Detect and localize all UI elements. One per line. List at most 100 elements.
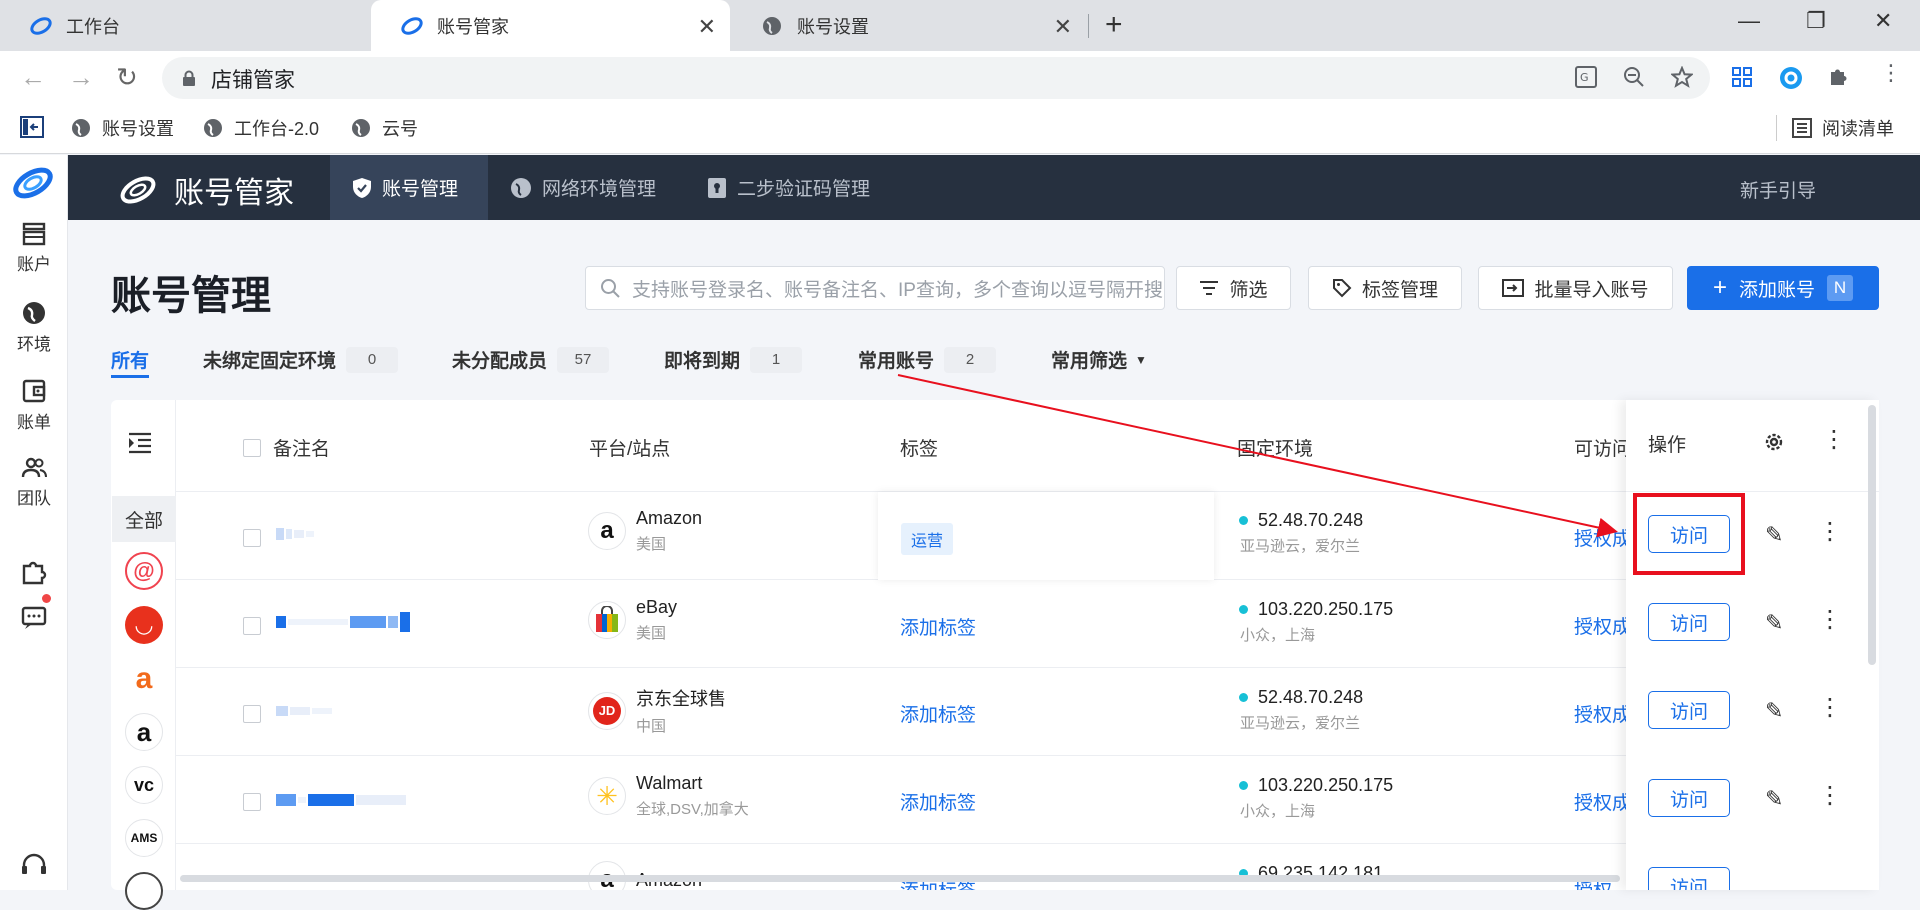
nav-tab-two-step-codes[interactable]: 二步验证码管理	[685, 155, 892, 220]
forward-arrow-icon[interactable]: →	[68, 62, 94, 92]
shield-icon	[353, 177, 371, 198]
omnibox[interactable]	[162, 57, 1710, 99]
column-remark-name[interactable]: 备注名	[273, 434, 330, 461]
filter-tab-unbound-env[interactable]: 未绑定固定环境 0	[203, 346, 399, 373]
rail-item-environment[interactable]: 环境	[0, 300, 68, 355]
row-checkbox[interactable]	[243, 617, 261, 635]
row-more-icon[interactable]: ⋮	[1818, 784, 1842, 808]
grid-extension-icon[interactable]	[1731, 66, 1753, 88]
add-tag-link[interactable]: 添加标签	[900, 700, 976, 727]
platform-filter-more-icon[interactable]	[125, 872, 163, 910]
nav-tab-network-environment[interactable]: 网络环境管理	[488, 155, 678, 220]
row-checkbox[interactable]	[243, 529, 261, 547]
plugin-icon[interactable]	[20, 558, 48, 586]
tag-management-button[interactable]: 标签管理	[1308, 266, 1462, 310]
vertical-scrollbar[interactable]	[1868, 405, 1876, 665]
edit-pencil-icon[interactable]: ✎	[1765, 522, 1783, 548]
visit-button[interactable]: 访问	[1648, 779, 1730, 817]
new-tab-plus-icon[interactable]: +	[1105, 10, 1123, 40]
select-all-checkbox[interactable]	[243, 439, 261, 457]
column-tags[interactable]: 标签	[900, 434, 938, 461]
batch-import-button[interactable]: 批量导入账号	[1478, 266, 1673, 310]
svg-text:G: G	[1580, 71, 1589, 84]
puzzle-icon[interactable]	[1827, 66, 1849, 88]
common-filters-dropdown[interactable]: 常用筛选 ▼	[1051, 346, 1147, 373]
gear-icon[interactable]	[1762, 430, 1786, 454]
visit-button-partial[interactable]: 访问	[1648, 867, 1730, 890]
bookmark-account-settings[interactable]: 账号设置	[70, 104, 174, 152]
column-accessible[interactable]: 可访问	[1574, 434, 1631, 461]
filter-tab-unassigned-members[interactable]: 未分配成员 57	[452, 346, 610, 373]
row-more-icon[interactable]: ⋮	[1818, 696, 1842, 720]
add-tag-link[interactable]: 添加标签	[900, 613, 976, 640]
status-dot	[1239, 605, 1248, 614]
filter-tab-all[interactable]: 所有	[111, 346, 149, 373]
visit-button[interactable]: 访问	[1648, 603, 1730, 641]
browser-tab-workbench[interactable]: 工作台	[0, 0, 370, 51]
row-more-icon[interactable]: ⋮	[1818, 520, 1842, 544]
rail-item-billing[interactable]: 账单	[0, 378, 68, 433]
browser-tab-account-settings[interactable]: 账号设置 ✕	[731, 0, 1086, 51]
search-extension-icon[interactable]	[1779, 66, 1803, 90]
close-icon[interactable]: ✕	[1054, 14, 1072, 40]
minimize-icon[interactable]: —	[1738, 8, 1760, 34]
window-close-icon[interactable]: ✕	[1874, 8, 1892, 34]
app-logo-icon[interactable]	[12, 164, 54, 202]
row-checkbox[interactable]	[243, 705, 261, 723]
add-tag-link[interactable]: 添加标签	[900, 788, 976, 815]
row-more-icon[interactable]: ⋮	[1818, 608, 1842, 632]
edit-pencil-icon[interactable]: ✎	[1765, 610, 1783, 636]
nav-tab-account-management[interactable]: 账号管理	[330, 155, 488, 220]
add-account-button[interactable]: + 添加账号 N	[1687, 266, 1879, 310]
bookmark-cloud[interactable]: 云号	[350, 104, 418, 152]
edit-pencil-icon[interactable]: ✎	[1765, 786, 1783, 812]
rail-item-accounts[interactable]: 账户	[0, 222, 68, 275]
indent-toggle-icon[interactable]	[128, 432, 152, 454]
platform-filter-shopee-icon[interactable]: ◡	[125, 606, 163, 644]
status-dot	[1239, 516, 1248, 525]
zoom-out-icon[interactable]	[1623, 66, 1645, 88]
platform-filter-amazon-icon[interactable]: a	[125, 713, 163, 751]
restore-icon[interactable]: ❐	[1806, 8, 1826, 34]
search-input[interactable]: 支持账号登录名、账号备注名、IP查询，多个查询以逗号隔开搜索	[585, 266, 1165, 310]
visit-button[interactable]: 访问	[1648, 867, 1730, 890]
platform-filter-vendor-central-icon[interactable]: vc	[125, 766, 163, 804]
rail-item-team[interactable]: 团队	[0, 456, 68, 509]
action-header-divider	[1626, 491, 1879, 492]
star-icon[interactable]	[1671, 66, 1693, 88]
platform-filter-ams-icon[interactable]: AMS	[125, 819, 163, 857]
filter-tab-frequent-accounts[interactable]: 常用账号 2	[858, 346, 997, 373]
close-icon[interactable]: ✕	[698, 14, 716, 40]
back-arrow-icon[interactable]: ←	[20, 62, 46, 92]
filter-tab-expiring[interactable]: 即将到期 1	[664, 346, 803, 373]
edit-pencil-icon[interactable]: ✎	[1765, 698, 1783, 724]
reading-list[interactable]: 阅读清单	[1792, 104, 1894, 152]
app-brand[interactable]: 账号管家	[118, 168, 294, 212]
app-name: 账号管家	[174, 177, 294, 210]
column-more-icon[interactable]: ⋮	[1822, 428, 1846, 452]
nav-tab-label: 二步验证码管理	[737, 179, 871, 200]
table-row[interactable]: a Amazon 添加标签 69.235.142.181 授权成	[176, 844, 1626, 890]
column-platform-site[interactable]: 平台/站点	[589, 434, 670, 461]
translate-icon[interactable]: G	[1575, 66, 1597, 88]
sidebar-toggle-icon[interactable]	[20, 116, 44, 138]
address-text[interactable]: 店铺管家	[211, 64, 295, 94]
beginner-guide-link[interactable]: 新手引导	[1740, 176, 1816, 203]
horizontal-scrollbar[interactable]	[180, 875, 1620, 882]
support-headset-icon[interactable]	[20, 852, 48, 878]
row-checkbox[interactable]	[243, 793, 261, 811]
platform-filter-aliexpress-icon[interactable]: @	[125, 552, 163, 590]
ip-address: 52.48.70.248	[1258, 510, 1364, 530]
column-fixed-environment[interactable]: 固定环境	[1237, 434, 1313, 461]
bookmark-workbench[interactable]: 工作台-2.0	[202, 104, 319, 152]
side-filter-all[interactable]: 全部	[112, 496, 176, 542]
filter-button[interactable]: 筛选	[1176, 266, 1291, 310]
reload-icon[interactable]: ↻	[116, 62, 138, 92]
browser-tab-account-manager[interactable]: 账号管家 ✕	[371, 0, 730, 51]
message-icon[interactable]	[20, 604, 48, 632]
visit-button[interactable]: 访问	[1648, 691, 1730, 729]
platform-filter-orange-a-icon[interactable]: a	[125, 660, 163, 698]
tag-chip[interactable]: 运营	[901, 523, 954, 555]
browser-menu-icon[interactable]: ⋮	[1880, 62, 1902, 84]
masked-remark-name	[276, 612, 410, 632]
